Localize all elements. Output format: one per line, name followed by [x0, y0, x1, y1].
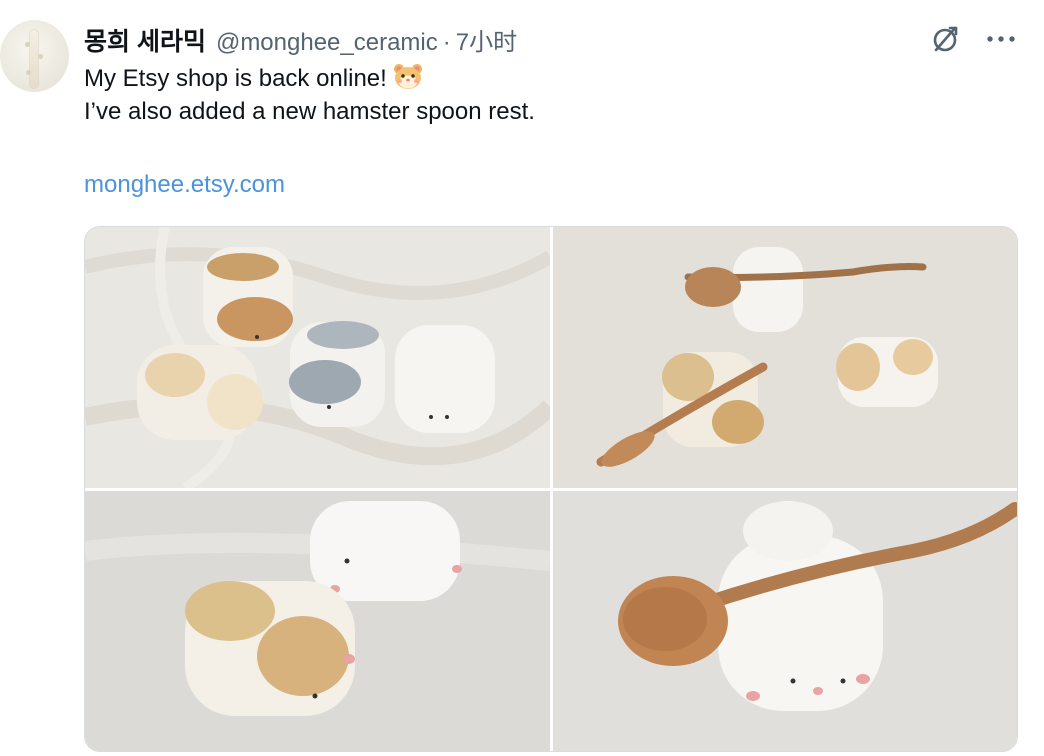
avatar-dot	[38, 54, 43, 59]
tweet-actions	[928, 22, 1018, 56]
media-image-3[interactable]	[85, 491, 550, 751]
tweet-text: My Etsy shop is back online!	[84, 65, 387, 92]
grok-translate-icon[interactable]	[928, 22, 962, 56]
avatar-dot	[26, 70, 31, 75]
media-grid	[84, 226, 1018, 752]
tweet-text-line-1: My Etsy shop is back online!	[84, 62, 423, 97]
media-image-1[interactable]	[85, 227, 550, 488]
tweet-header: 몽희 세라믹 @monghee_ceramic · 7小时	[84, 22, 517, 56]
shop-link[interactable]: monghee.etsy.com	[84, 171, 285, 199]
hamster-face-icon	[393, 62, 423, 97]
tweet-text-line-2: I’ve also added a new hamster spoon rest…	[84, 98, 535, 125]
timestamp[interactable]: 7小时	[456, 22, 517, 57]
more-horizontal-icon[interactable]	[984, 22, 1018, 56]
media-image-4[interactable]	[553, 491, 1017, 751]
avatar-spoon-image	[30, 30, 38, 88]
display-name[interactable]: 몽희 세라믹	[84, 22, 206, 58]
user-handle[interactable]: @monghee_ceramic	[216, 29, 438, 57]
avatar[interactable]	[0, 20, 69, 92]
avatar-dot	[25, 42, 30, 47]
separator-dot: ·	[442, 29, 451, 56]
media-image-2[interactable]	[553, 227, 1017, 488]
